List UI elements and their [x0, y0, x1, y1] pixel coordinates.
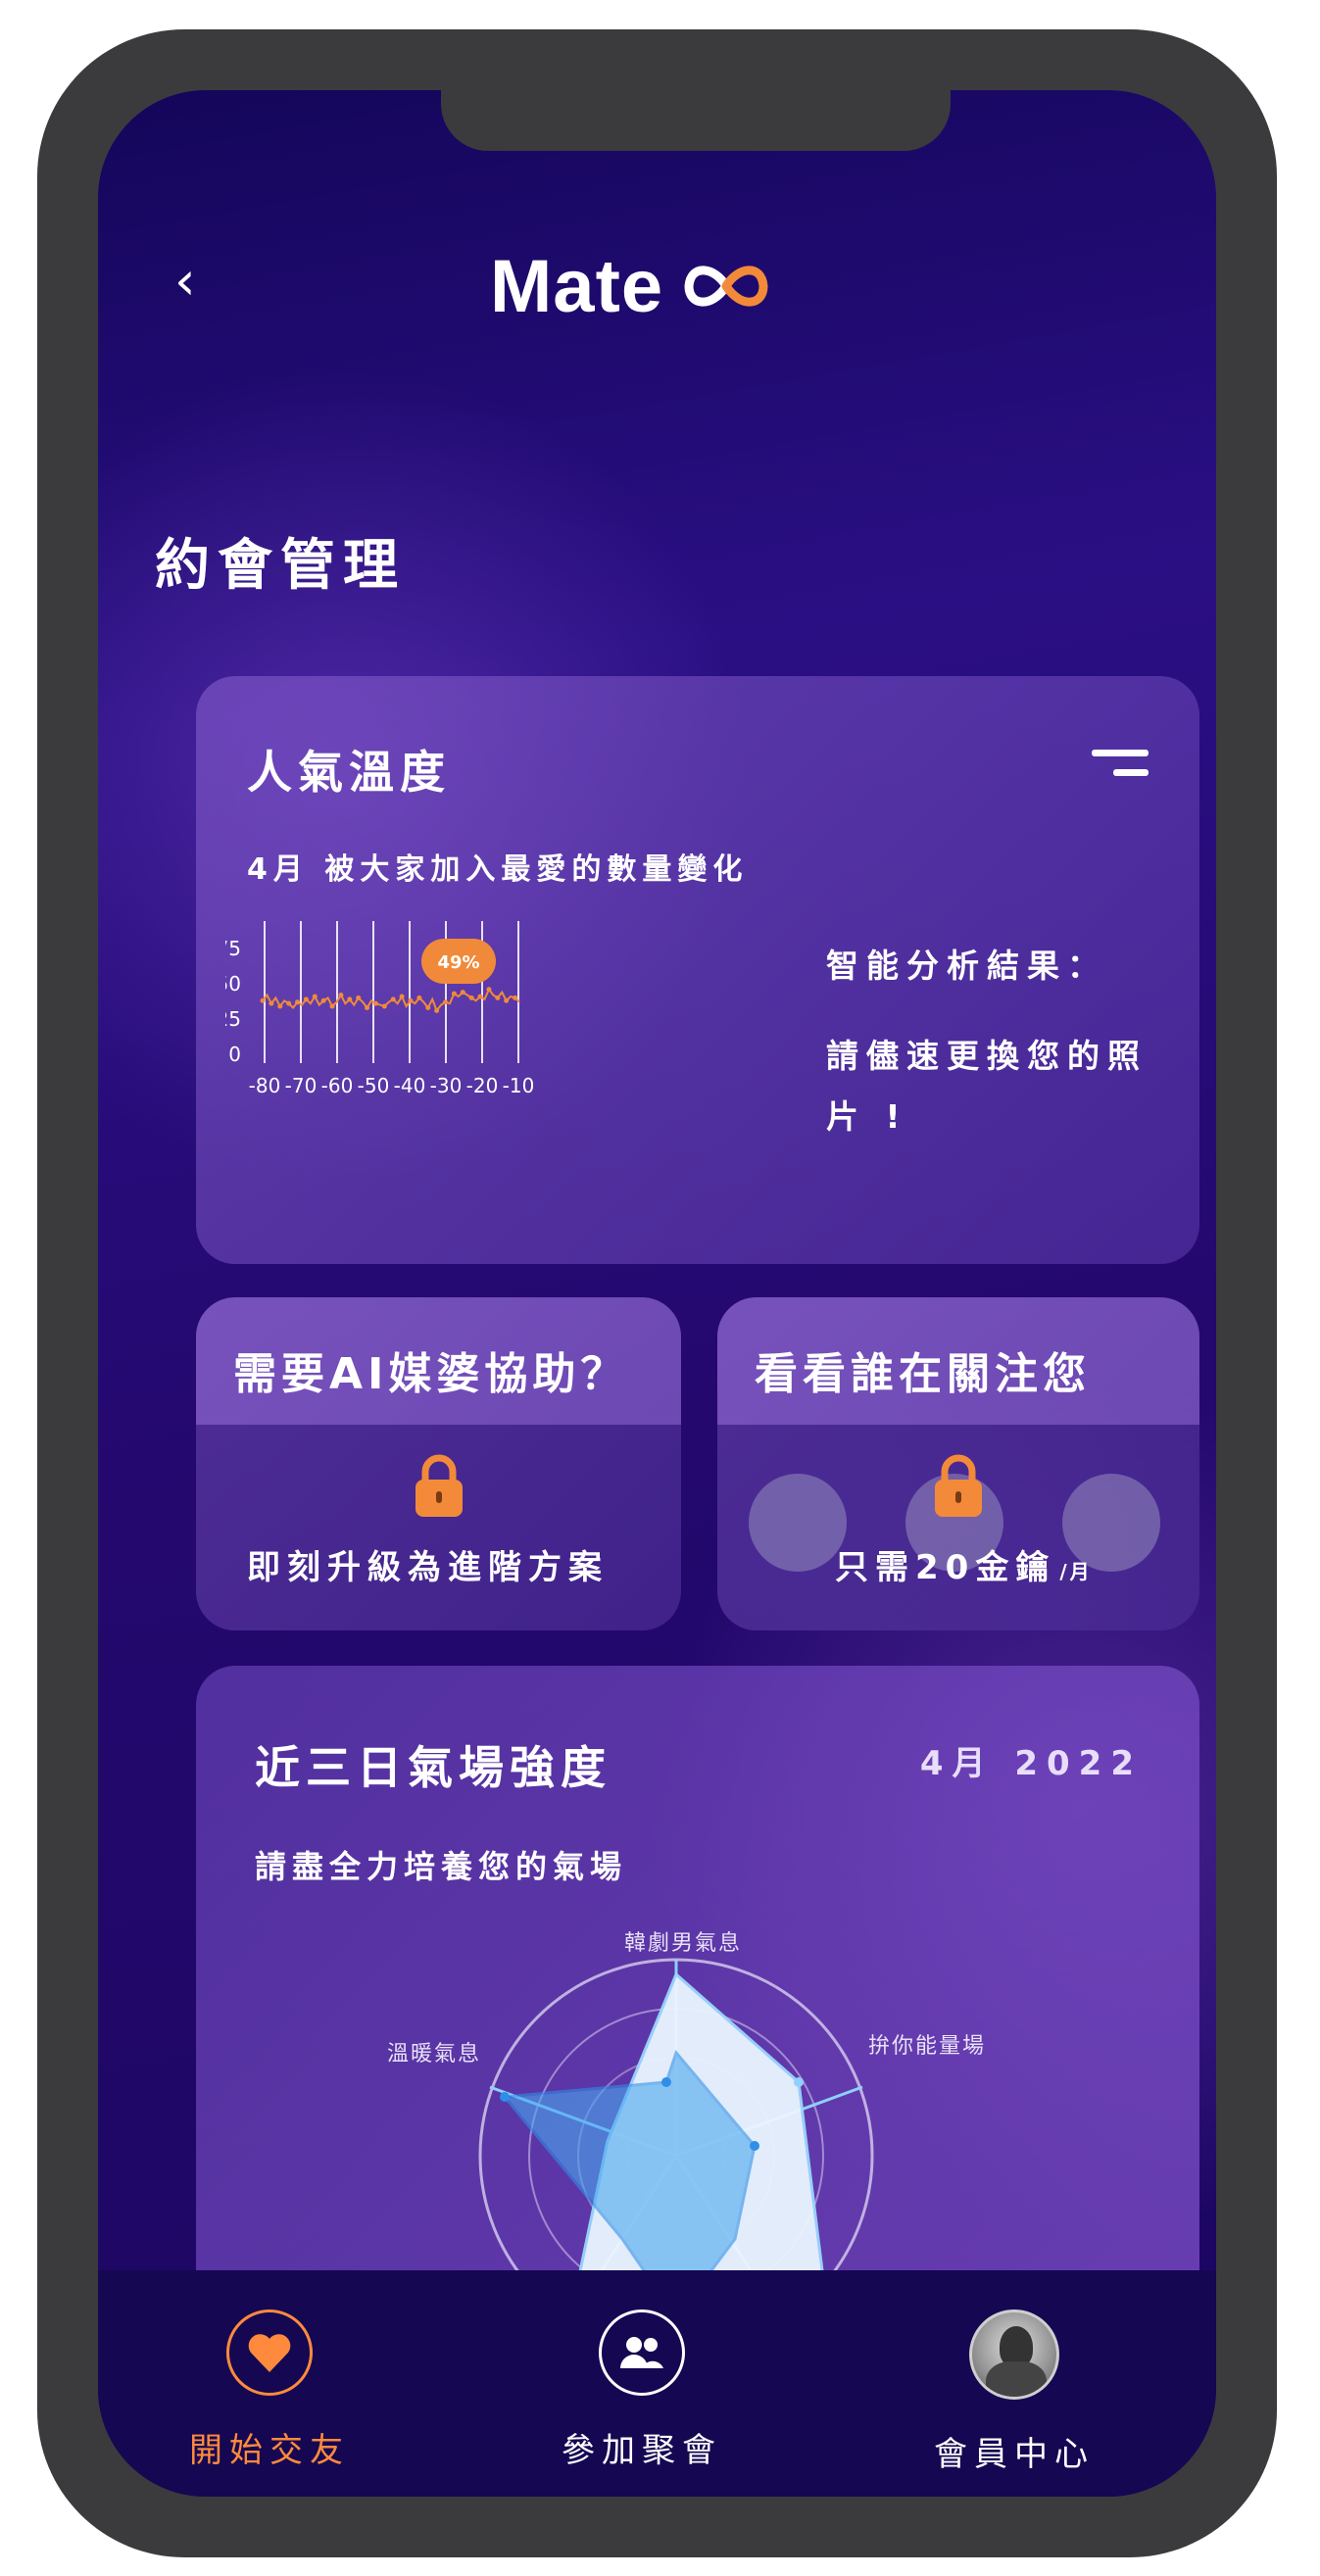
infinity-logo-icon: [684, 266, 768, 307]
price-unit: /月: [1059, 1560, 1093, 1583]
y-tick-label: 0: [228, 1043, 241, 1066]
x-tick-label: -40: [394, 1074, 426, 1097]
popularity-subtitle: 4月 被大家加入最愛的數量變化: [247, 852, 749, 887]
analysis-title: 智能分析結果：: [826, 947, 1107, 985]
popularity-card: 人氣溫度 4月 被大家加入最愛的數量變化 -80 -70 -60 -50 -40 -30-…: [196, 676, 1199, 1264]
value-bubble: 49%: [421, 939, 496, 984]
blurred-avatar: [749, 1474, 847, 1572]
series-point: [477, 994, 483, 999]
matchmaker-card[interactable]: 需要AI媒婆協助？ 即刻升級為進階方案: [196, 1297, 681, 1630]
brand-logo: Mate: [490, 245, 775, 328]
series-point: [365, 1004, 370, 1010]
analysis-panel: 智能分析結果： 請儘速更換您的照片 !: [826, 936, 1179, 1147]
nav-member-center-label: 會員中心: [934, 2435, 1095, 2474]
brand-name: Mate: [490, 244, 664, 328]
nav-start-dating-label: 開始交友: [189, 2431, 350, 2470]
x-tick-label: -10: [503, 1074, 535, 1097]
series-point: [504, 997, 510, 1003]
device-notch: [441, 90, 951, 151]
y-tick-label: 75: [225, 937, 241, 960]
aura-card: 近三日氣場強度 4月 2022 請盡全力培養您的氣場 韓劇男氣息 拚你能量場 溫…: [196, 1666, 1199, 2354]
series-point: [269, 1000, 274, 1006]
menu-icon[interactable]: [1092, 750, 1149, 779]
aura-title: 近三日氣場強度: [255, 1741, 611, 1794]
series-point: [390, 996, 396, 1002]
series-point: [329, 1003, 335, 1009]
matchmaker-title: 需要AI媒婆協助？: [233, 1349, 629, 1399]
series-point: [513, 995, 518, 1000]
bubble-label: 49%: [437, 952, 479, 973]
series-point: [295, 999, 301, 1005]
nav-join-party-circle: [599, 2309, 685, 2396]
series-point: [286, 1000, 292, 1006]
series-point: [495, 995, 501, 1000]
nav-join-party-label: 參加聚會: [562, 2431, 722, 2470]
series-point: [260, 997, 266, 1003]
heart-icon: [248, 2334, 291, 2372]
lock-icon: [416, 1454, 463, 1517]
series-point: [486, 987, 492, 993]
series-point: [356, 995, 362, 1000]
series-point: [320, 997, 326, 1003]
aura-date: 4月 2022: [919, 1744, 1143, 1783]
x-tick-label: -80: [249, 1074, 281, 1097]
series-point: [347, 996, 353, 1002]
series-point: [451, 991, 457, 996]
series-point: [460, 990, 465, 996]
series-point: [416, 995, 422, 1000]
x-tick-label: -70: [285, 1074, 318, 1097]
followers-card[interactable]: 看看誰在關注您 只需20金鑰/月: [717, 1297, 1199, 1630]
x-tick-label: -30: [430, 1074, 463, 1097]
series-point: [434, 1007, 440, 1013]
series-point: [468, 995, 474, 1000]
nav-start-dating-circle: [226, 2309, 313, 2396]
nav-start-dating[interactable]: 開始交友: [171, 2309, 367, 2471]
series-point: [312, 994, 318, 999]
series-point: [303, 996, 309, 1002]
price-text: 只需20金鑰/月: [835, 1540, 1093, 1588]
series-point: [425, 1004, 431, 1010]
x-tick-label: -50: [358, 1074, 390, 1097]
series-point: [443, 999, 449, 1005]
y-tick-label: 50: [225, 972, 241, 996]
bottom-nav: 開始交友 參加聚會 會員中心: [98, 2270, 1216, 2497]
app-screen: ‹ Mate 約會管理 人氣溫度 4月 被大家加入最愛的數量變化 -80 -70-…: [98, 90, 1216, 2497]
popularity-title: 人氣溫度: [247, 746, 451, 799]
analysis-text: 請儘速更換您的照片 !: [826, 1037, 1148, 1136]
series-point: [338, 993, 344, 998]
nav-member-center[interactable]: 會員中心: [916, 2309, 1112, 2475]
nav-join-party[interactable]: 參加聚會: [544, 2309, 740, 2471]
series-point: [408, 997, 414, 1003]
series-point: [372, 1000, 378, 1006]
lock-icon: [935, 1454, 982, 1517]
phone-frame: ‹ Mate 約會管理 人氣溫度 4月 被大家加入最愛的數量變化 -80 -70-…: [37, 29, 1277, 2557]
followers-title: 看看誰在關注您: [755, 1349, 1091, 1399]
avatar: [969, 2309, 1059, 2400]
price-value: 只需20金鑰: [835, 1548, 1056, 1587]
upgrade-text: 即刻升級為進階方案: [247, 1548, 609, 1587]
popularity-line-chart: -80-70-60-50-40-30-20-10 0 25 50 75 49%: [225, 921, 535, 1097]
group-icon: [620, 2337, 663, 2368]
x-tick-label: -60: [321, 1074, 354, 1097]
back-button[interactable]: ‹: [174, 252, 214, 311]
series-point: [277, 1003, 283, 1009]
page-title: 約會管理: [155, 534, 406, 598]
series-point: [399, 994, 405, 999]
series-point: [381, 1003, 387, 1009]
y-tick-label: 25: [225, 1007, 241, 1031]
x-tick-label: -20: [466, 1074, 499, 1097]
aura-subtitle: 請盡全力培養您的氣場: [255, 1848, 628, 1885]
